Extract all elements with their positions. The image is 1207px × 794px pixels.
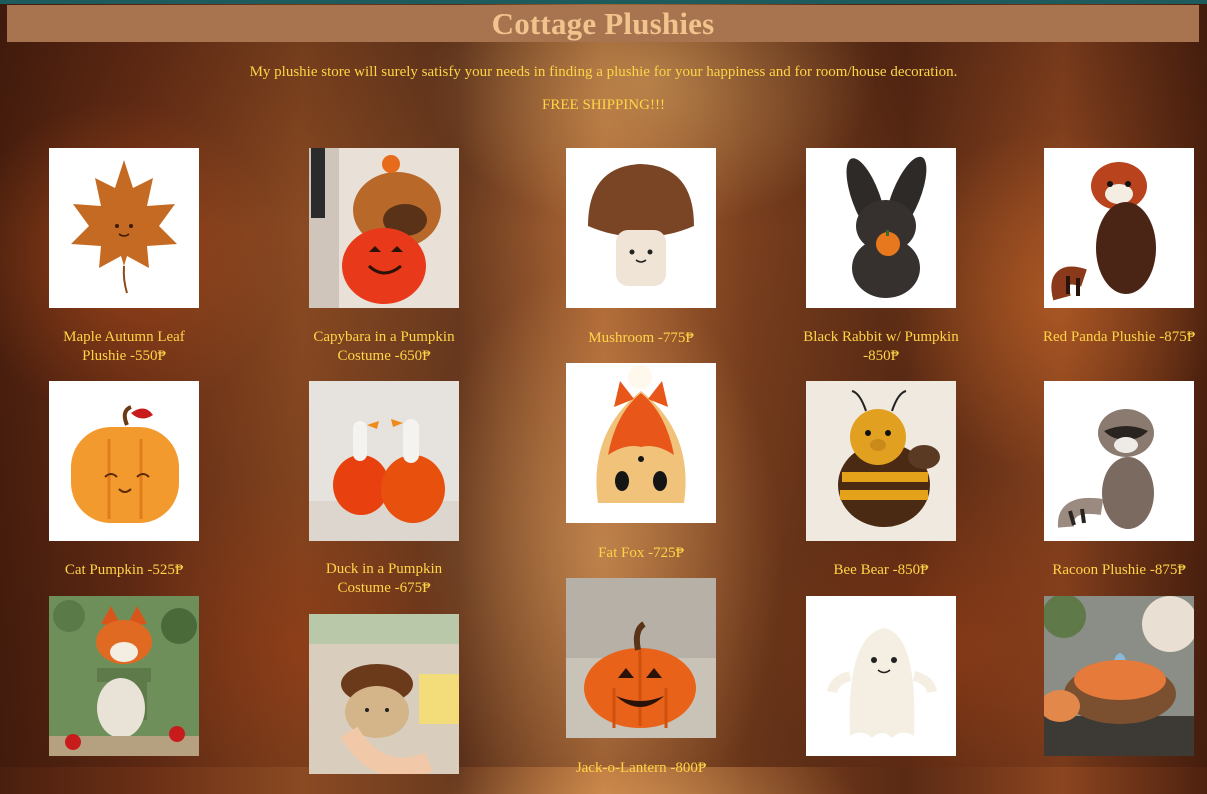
cat-pumpkin-plushie-image[interactable] <box>49 381 199 541</box>
store-intro: My plushie store will surely satisfy you… <box>249 64 958 80</box>
product-card-fox-scarf[interactable] <box>34 596 214 776</box>
fox-with-scarf-plushie-image[interactable] <box>49 596 199 756</box>
product-name: Maple Autumn Leaf Plushie -550₱ <box>63 329 185 364</box>
red-panda-plushie-image[interactable] <box>1044 148 1194 308</box>
mushroom-plushie-image[interactable] <box>566 148 716 308</box>
product-card-bee-bear[interactable]: Bee Bear -850₱ <box>791 381 971 580</box>
free-shipping-notice: FREE SHIPPING!!! <box>542 97 665 113</box>
product-card-acorn[interactable] <box>294 614 474 794</box>
product-card-jack-o-lantern[interactable]: Jack-o-Lantern -800₱ <box>551 578 731 778</box>
product-card-ghost[interactable] <box>791 596 971 776</box>
product-name: Bee Bear -850₱ <box>833 562 929 578</box>
bee-bear-plushie-image[interactable] <box>806 381 956 541</box>
product-name: Cat Pumpkin -525₱ <box>64 562 184 578</box>
product-card-maple-leaf[interactable]: Maple Autumn Leaf Plushie -550₱ <box>34 148 214 366</box>
product-card-duck-pumpkin[interactable]: Duck in a Pumpkin Costume -675₱ <box>294 381 474 598</box>
black-rabbit-plushie-image[interactable] <box>806 148 956 308</box>
product-card-cat-pumpkin[interactable]: Cat Pumpkin -525₱ <box>34 381 214 580</box>
product-card-pie[interactable] <box>1033 596 1205 776</box>
product-name: Red Panda Plushie -875₱ <box>1042 329 1196 345</box>
product-card-capybara[interactable]: Capybara in a Pumpkin Costume -650₱ <box>294 148 474 366</box>
product-card-red-panda[interactable]: Red Panda Plushie -875₱ <box>1033 148 1205 347</box>
maple-leaf-plushie-image[interactable] <box>49 148 199 308</box>
product-name: Jack-o-Lantern -800₱ <box>575 760 707 776</box>
duck-pumpkin-plushie-image[interactable] <box>309 381 459 541</box>
top-border <box>0 0 1207 4</box>
racoon-plushie-image[interactable] <box>1044 381 1194 541</box>
product-card-fat-fox[interactable]: Fat Fox -725₱ <box>551 363 731 563</box>
product-card-racoon[interactable]: Racoon Plushie -875₱ <box>1033 381 1205 580</box>
jack-o-lantern-plushie-image[interactable] <box>566 578 716 738</box>
pie-plushie-image[interactable] <box>1044 596 1194 756</box>
fat-fox-plushie-image[interactable] <box>566 363 716 523</box>
product-name: Mushroom -775₱ <box>588 330 694 346</box>
product-name: Fat Fox -725₱ <box>598 545 684 561</box>
product-card-mushroom[interactable]: Mushroom -775₱ <box>551 148 731 348</box>
capybara-plushie-image[interactable] <box>309 148 459 308</box>
store-header: Cottage Plushies <box>7 5 1199 42</box>
product-name: Capybara in a Pumpkin Costume -650₱ <box>313 329 455 364</box>
product-name: Black Rabbit w/ Pumpkin -850₱ <box>803 329 959 364</box>
product-name: Duck in a Pumpkin Costume -675₱ <box>325 561 443 596</box>
ghost-plushie-image[interactable] <box>806 596 956 756</box>
acorn-plushie-image[interactable] <box>309 614 459 774</box>
product-name: Racoon Plushie -875₱ <box>1052 562 1186 578</box>
store-title: Cottage Plushies <box>491 6 715 41</box>
product-card-black-rabbit[interactable]: Black Rabbit w/ Pumpkin -850₱ <box>791 148 971 366</box>
